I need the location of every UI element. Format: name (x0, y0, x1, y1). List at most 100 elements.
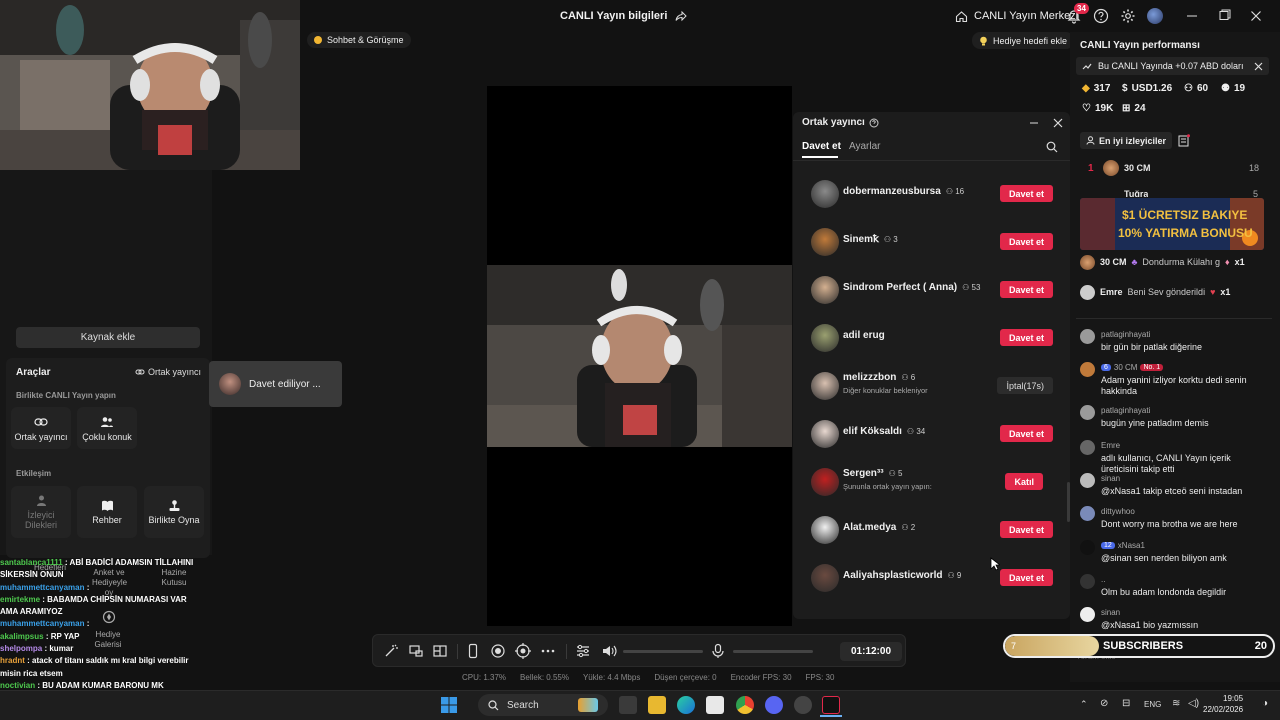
chat-call-label: Sohbet & Görüşme (327, 35, 404, 45)
close-window-icon[interactable] (1248, 8, 1264, 24)
tab-invite[interactable]: Davet et (802, 141, 841, 152)
invite-button[interactable]: Davet et (999, 185, 1053, 202)
chat-username: xNasa1 (1117, 541, 1145, 550)
overlay-chat-line: santablanca1111 : ABİ BADİCİ ADAMSIN TİL… (0, 557, 200, 582)
stat-diamonds: ◆ 317 (1082, 83, 1110, 94)
perf-stat: Yükle: 4.4 Mbps (582, 673, 641, 682)
maximize-icon[interactable] (1216, 8, 1232, 24)
ad-banner[interactable]: $1 ÜCRETSIZ BAKIYE 10% YATIRMA BONUSU (1080, 198, 1264, 250)
more-options-icon[interactable] (540, 643, 556, 659)
invite-button[interactable]: Davet et (999, 281, 1053, 298)
user-icon: ⚇ (962, 283, 972, 292)
search-icon[interactable] (1046, 141, 1058, 153)
stream-info-title[interactable]: CANLI Yayın bilgileri (560, 0, 688, 32)
live-center-button[interactable]: CANLI Yayın Merkezi (955, 0, 1078, 32)
close-icon[interactable] (1254, 62, 1263, 71)
tile-multi-guest[interactable]: Çoklu konuk (77, 407, 137, 449)
invite-button[interactable]: Davet et (999, 521, 1053, 538)
cohost-subtext: Diğer konuklar bekleniyor (843, 386, 928, 395)
record-icon[interactable] (490, 643, 506, 659)
edge-browser-icon[interactable] (677, 696, 695, 714)
target-icon[interactable] (515, 643, 531, 659)
chat-avatar (1080, 574, 1095, 589)
cohost-avatar (811, 276, 839, 304)
user-icon: ⚇ (947, 571, 957, 580)
speaker-volume-slider[interactable] (623, 650, 703, 653)
overlay-chat-user: shelpompa (0, 644, 43, 654)
magic-wand-icon[interactable] (383, 643, 399, 659)
gift-user: 30 CM (1100, 257, 1127, 267)
store-icon[interactable] (706, 696, 724, 714)
screen-capture-icon[interactable] (408, 643, 424, 659)
microphone-icon[interactable] (710, 643, 726, 659)
invite-button[interactable]: Davet et (999, 425, 1053, 442)
cancel-invite-button[interactable]: İptal(17s) (997, 377, 1053, 394)
top1-name: 30 CM (1124, 163, 1151, 173)
clock-time: 19:05 (1223, 694, 1244, 703)
chat-call-button[interactable]: Sohbet & Görüşme (307, 32, 411, 48)
tile-cohost[interactable]: Ortak yayıncı (11, 407, 71, 449)
wifi-icon[interactable]: ≋ (1172, 698, 1180, 709)
tab-settings[interactable]: Ayarlar (849, 141, 881, 152)
add-gift-goal-label: Hediye hedefi ekle (993, 35, 1068, 46)
chrome-icon[interactable] (736, 696, 754, 714)
list-icon[interactable] (1178, 134, 1190, 147)
settings-gear-icon[interactable] (1120, 8, 1136, 24)
profile-avatar[interactable] (1147, 8, 1163, 24)
stat-users-value: 19 (1233, 83, 1246, 94)
tile-guide[interactable]: Rehber (77, 486, 137, 538)
cohost-avatar (811, 564, 839, 592)
section-together: Birlikte CANLI Yayın yapın (16, 391, 116, 400)
top-viewers-tab[interactable]: En iyi izleyiciler (1080, 132, 1173, 149)
cohost-avatar (811, 228, 839, 256)
cohost-link[interactable]: Ortak yayıncı (135, 367, 201, 377)
tray-icon[interactable]: ⊟ (1122, 698, 1130, 709)
windows-start-icon[interactable] (440, 696, 458, 714)
tile-viewer-requests[interactable]: İzleyici Dilekleri (11, 486, 71, 538)
cohost-follower-value: 6 (910, 373, 916, 382)
cohost-name: Sindrom Perfect ( Anna) (843, 282, 958, 293)
taskbar-search[interactable]: Search (478, 694, 608, 716)
panel-close-icon[interactable] (1053, 118, 1063, 128)
taskbar-clock[interactable]: 19:05 22/02/2026 (1203, 693, 1243, 715)
mic-volume-slider[interactable] (733, 650, 813, 653)
subscribers-current: 7 (1011, 641, 1017, 651)
invite-button[interactable]: Davet et (999, 233, 1053, 250)
heart-icon: ♡ (1082, 103, 1091, 114)
chat-username: Emre (1101, 441, 1121, 450)
help-icon[interactable] (1093, 8, 1109, 24)
app-icon[interactable] (794, 696, 812, 714)
tray-icon[interactable]: ⊘ (1100, 698, 1108, 709)
join-button[interactable]: Katıl (1005, 473, 1043, 490)
tiktok-live-studio-icon[interactable] (822, 696, 840, 714)
chat-user-line: sinan (1101, 608, 1120, 617)
overlay-chat-text: : (86, 582, 90, 592)
help-icon[interactable] (869, 118, 879, 128)
volume-icon[interactable]: ◁) (1188, 698, 1199, 709)
speaker-icon[interactable] (601, 643, 617, 659)
tile-play-together[interactable]: Birlikte Oyna (144, 486, 204, 538)
tray-chevron-icon[interactable]: ⌃ (1080, 699, 1088, 710)
chat-user-line: 6 30 CM No. 1 (1101, 363, 1164, 372)
sliders-icon[interactable] (575, 643, 591, 659)
cohost-name-line: Sinemꝁ ⚇ 3 (843, 234, 898, 245)
panel-minimize-icon[interactable] (1029, 118, 1039, 128)
stat-gifts: ⊞ 24 (1122, 103, 1146, 114)
add-gift-goal-button[interactable]: Hediye hedefi ekle (972, 32, 1075, 49)
add-source-button[interactable]: Kaynak ekle (16, 327, 200, 348)
viewers-icon: ⚇ (1184, 83, 1193, 94)
minimize-icon[interactable] (1184, 8, 1200, 24)
invite-button[interactable]: Davet et (999, 569, 1053, 586)
file-explorer-icon[interactable] (648, 696, 666, 714)
link-icon (34, 417, 48, 426)
top1-rank: 1 (1088, 163, 1094, 174)
discord-icon[interactable] (765, 696, 783, 714)
language-indicator[interactable]: ENG (1144, 700, 1161, 709)
cohost-follower-value: 5 (897, 469, 903, 478)
phone-icon[interactable] (465, 643, 481, 659)
layout-icon[interactable] (432, 643, 448, 659)
notification-center-icon[interactable]: ◑ (1262, 698, 1268, 709)
user-icon: ⚇ (901, 373, 911, 382)
task-view-icon[interactable] (619, 696, 637, 714)
invite-button[interactable]: Davet et (999, 329, 1053, 346)
